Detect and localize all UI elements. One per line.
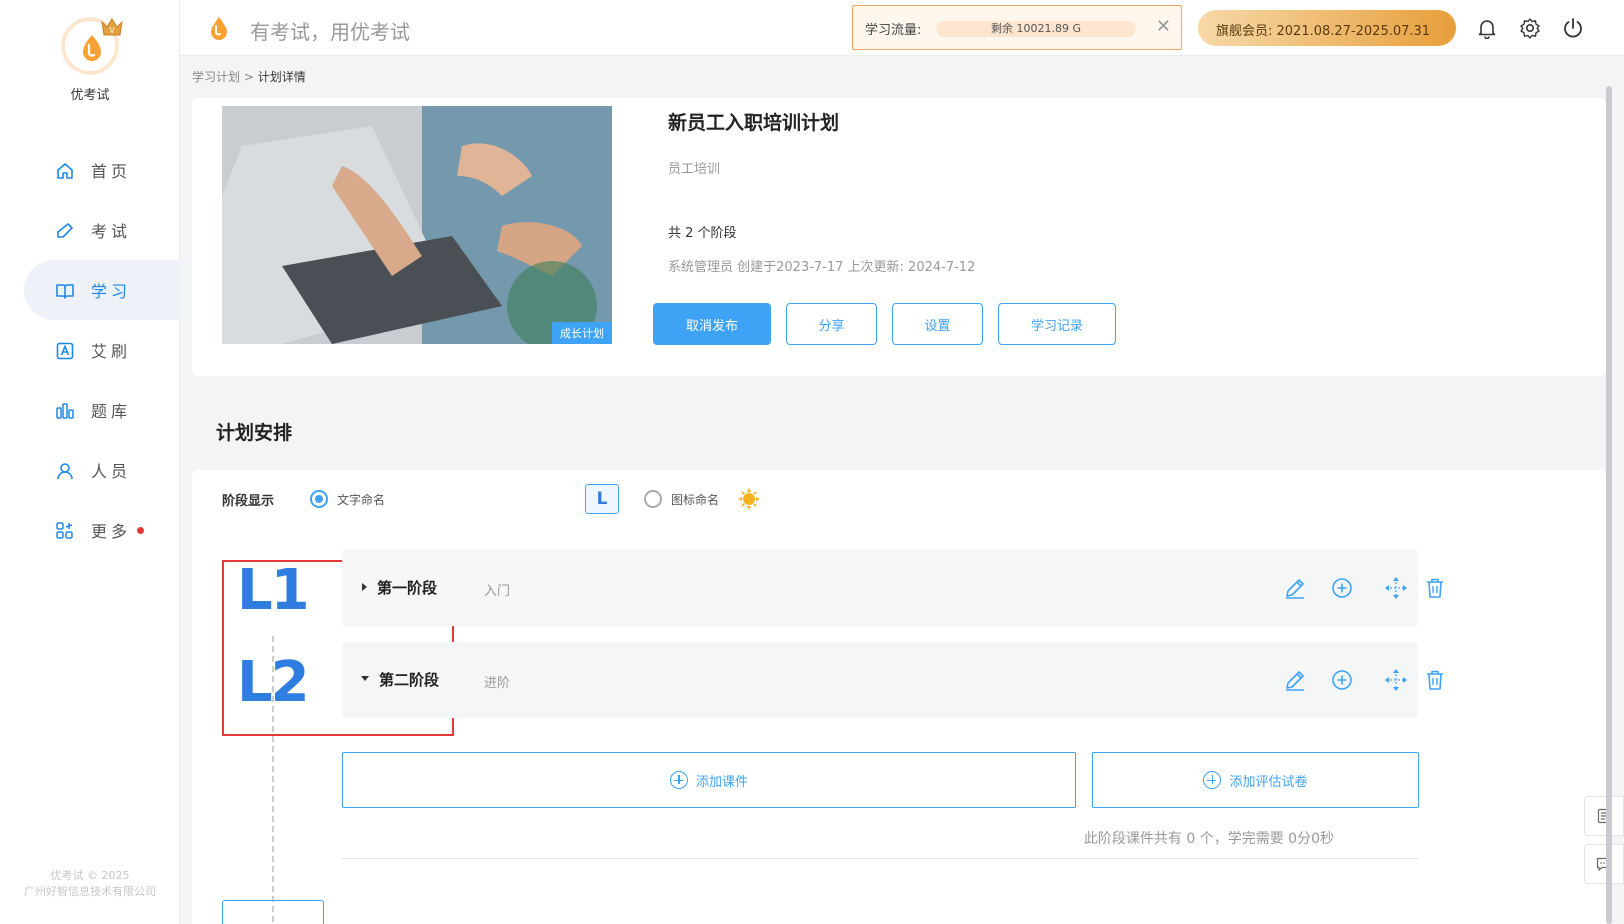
stage-display-bar: 阶段显示 文字命名 L 图标命名 (192, 470, 1606, 528)
svg-text:V: V (109, 26, 115, 35)
flow-remaining: 剩余 10021.89 G (990, 22, 1081, 35)
notification-dot (137, 526, 145, 534)
logo-icon (211, 17, 227, 40)
sidebar-item-label: 首页 (91, 162, 132, 181)
add-course-button[interactable]: 添加课件 (342, 752, 1076, 808)
sidebar-item-more[interactable]: 更多 (0, 500, 180, 560)
more-icon (56, 522, 73, 539)
icon-naming-label[interactable]: 图标命名 (671, 491, 719, 508)
add-paper-button[interactable]: 添加评估试卷 (1092, 752, 1419, 808)
plan-card: 成长计划 新员工入职培训计划 员工培训 共 2 个阶段 系统管理员 创建于202… (192, 98, 1606, 376)
plan-stage-count: 共 2 个阶段 (668, 226, 737, 241)
notes-float-button[interactable] (1584, 796, 1624, 836)
breadcrumb-separator: > (243, 70, 254, 84)
flow-progress-bar: 剩余 10021.89 G (936, 21, 1136, 37)
sidebar-item-label: 艾刷 (91, 342, 132, 361)
sidebar-item-practice[interactable]: 艾刷 (0, 320, 180, 380)
exam-icon (57, 223, 73, 238)
plan-title: 新员工入职培训计划 (668, 112, 840, 134)
cover-illustration (222, 106, 612, 344)
text-naming-label[interactable]: 文字命名 (337, 491, 385, 508)
stage-display-label: 阶段显示 (222, 494, 275, 509)
plus-circle-icon (1203, 771, 1222, 789)
vip-text: 旗舰会员: 2021.08.27-2025.07.31 (1216, 24, 1431, 39)
breadcrumb-current: 计划详情 (257, 70, 306, 84)
company-name: 广州好智信息技术有限公司 (24, 885, 156, 898)
sidebar-item-label: 更多 (91, 522, 132, 541)
add-circle-icon[interactable] (1330, 576, 1354, 600)
divider (342, 858, 1418, 859)
trash-icon[interactable] (1423, 668, 1447, 692)
sidebar-item-people[interactable]: 人员 (0, 440, 180, 500)
move-icon[interactable] (1384, 668, 1408, 692)
plan-cover-image: 成长计划 (222, 106, 612, 344)
caret-right-icon[interactable] (362, 583, 367, 591)
move-icon[interactable] (1384, 576, 1408, 600)
chat-float-button[interactable] (1584, 844, 1624, 884)
unpublish-button[interactable]: 取消发布 (653, 303, 771, 345)
stage-summary: 此阶段课件共有 0 个，学完需要 0分0秒 (1083, 831, 1334, 847)
text-naming-badge: L (585, 484, 619, 514)
edit-icon[interactable] (1283, 576, 1307, 600)
stage-desc: 进阶 (484, 676, 511, 691)
radio-text-naming[interactable] (310, 490, 328, 508)
gear-icon[interactable] (1519, 17, 1541, 39)
home-icon (57, 163, 73, 179)
flow-label: 学习流量: (865, 23, 922, 38)
copyright: 优考试 © 2025 广州好智信息技术有限公司 (0, 868, 180, 900)
sun-icon (738, 488, 760, 510)
topbar: 有考试，用优考试 学习流量: 剩余 10021.89 G ✕ 旗舰会员: 202… (180, 0, 1624, 56)
practice-icon (56, 342, 74, 360)
sidebar-nav: 首页 考试 学习 艾刷 题库 人员 更多 (0, 140, 180, 560)
sidebar-item-question-bank[interactable]: 题库 (0, 380, 180, 440)
question-bank-icon (56, 403, 74, 419)
copyright-line: 优考试 © 2025 (50, 869, 130, 882)
sidebar-item-home[interactable]: 首页 (0, 140, 180, 200)
sidebar: V 优考试 首页 考试 学习 艾刷 题库 人员 更多 优考试 © 2025 广州… (0, 0, 180, 924)
stage-tab-partial[interactable] (222, 900, 324, 924)
plus-circle-icon (669, 771, 688, 789)
book-icon (56, 284, 74, 299)
brand-name: 优考试 (70, 88, 110, 103)
slogan: 有考试，用优考试 (250, 20, 410, 44)
sidebar-item-label: 人员 (91, 462, 132, 481)
schedule-title: 计划安排 (216, 422, 293, 444)
scrollbar[interactable] (1606, 86, 1612, 924)
sidebar-item-label: 考试 (91, 222, 132, 241)
caret-down-icon[interactable] (361, 676, 369, 681)
sidebar-item-exam[interactable]: 考试 (0, 200, 180, 260)
stage-name: 第一阶段 (377, 579, 438, 597)
stage-row[interactable]: 第二阶段 进阶 (342, 642, 1418, 718)
trash-icon[interactable] (1423, 576, 1447, 600)
bell-icon[interactable] (1476, 17, 1498, 39)
radio-icon-naming[interactable] (644, 490, 662, 508)
edit-icon[interactable] (1283, 668, 1307, 692)
user-icon (57, 463, 73, 480)
settings-button[interactable]: 设置 (892, 303, 983, 345)
breadcrumb-parent[interactable]: 学习计划 (192, 70, 240, 84)
breadcrumb: 学习计划 > 计划详情 (192, 68, 306, 85)
vip-badge[interactable]: 旗舰会员: 2021.08.27-2025.07.31 (1198, 10, 1456, 46)
sidebar-item-label: 学习 (91, 282, 132, 301)
cover-tag: 成长计划 (552, 322, 612, 344)
study-flow-banner: 学习流量: 剩余 10021.89 G ✕ (852, 5, 1182, 50)
add-circle-icon[interactable] (1330, 668, 1354, 692)
add-course-label: 添加课件 (695, 774, 748, 790)
plan-meta: 系统管理员 创建于2023-7-17 上次更新: 2024-7-12 (668, 260, 976, 275)
plan-category: 员工培训 (668, 162, 721, 177)
power-icon[interactable] (1562, 17, 1584, 39)
close-icon[interactable]: ✕ (1156, 16, 1171, 37)
share-button[interactable]: 分享 (786, 303, 877, 345)
add-paper-label: 添加评估试卷 (1229, 774, 1308, 790)
vip-crown-icon: V (101, 18, 123, 36)
stage-desc: 入门 (484, 584, 511, 599)
stage-row[interactable]: 第一阶段 入门 (342, 550, 1418, 626)
sidebar-item-label: 题库 (91, 402, 132, 421)
stage-name: 第二阶段 (379, 671, 440, 689)
stages-panel: L1 L2 第一阶段 入门 第二阶段 进阶 添加课件 添加评估试卷 此阶段课件共… (192, 528, 1606, 924)
study-records-button[interactable]: 学习记录 (998, 303, 1116, 345)
sidebar-item-study[interactable]: 学习 (24, 260, 180, 320)
